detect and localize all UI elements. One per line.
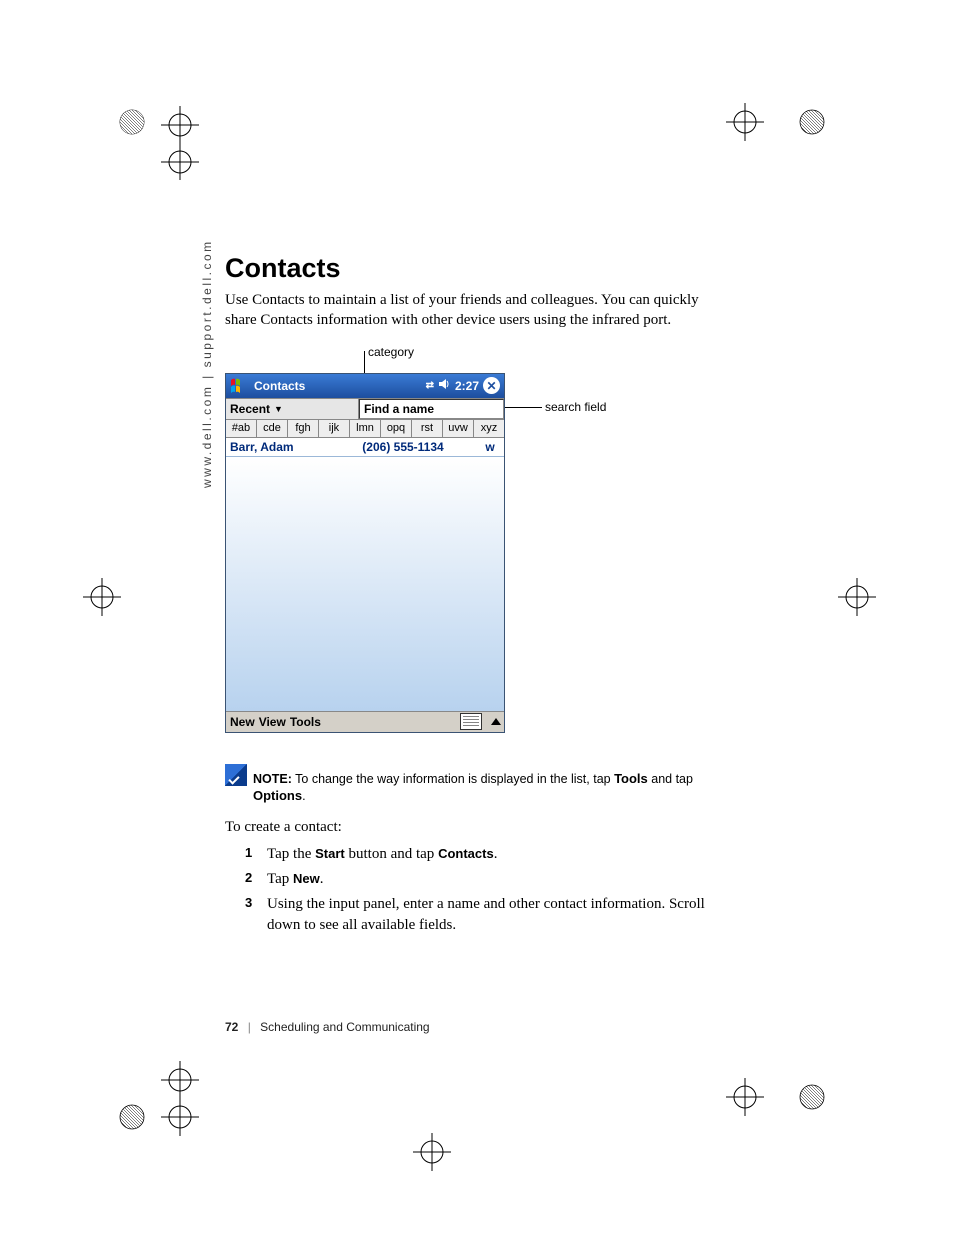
device-screenshot: Contacts ⇄ 2:27 ✕ Recent ▼ <box>225 373 505 733</box>
alpha-tab[interactable]: opq <box>381 420 412 437</box>
callout-category: category <box>368 345 414 359</box>
category-dropdown[interactable]: Recent ▼ <box>226 399 359 419</box>
page-number: 72 <box>225 1020 238 1034</box>
alpha-tab[interactable]: xyz <box>474 420 504 437</box>
speaker-icon[interactable] <box>438 378 451 393</box>
chapter-title: Scheduling and Communicating <box>260 1020 429 1034</box>
menu-tools[interactable]: Tools <box>290 715 321 729</box>
figure-contacts-screenshot: category search field Contacts ⇄ 2:27 ✕ <box>225 345 725 745</box>
alpha-tab[interactable]: cde <box>257 420 288 437</box>
menu-bar: New View Tools <box>226 711 504 732</box>
registration-mark-bm <box>410 1130 455 1175</box>
alpha-index: #ab cde fgh ijk lmn opq rst uvw xyz <box>226 420 504 438</box>
registration-mark-ml <box>80 575 125 620</box>
note-b2: Options <box>253 788 302 803</box>
alpha-tab[interactable]: uvw <box>443 420 474 437</box>
note-t1: To change the way information is display… <box>292 772 614 786</box>
side-rail-text: www.dell.com | support.dell.com <box>200 239 214 488</box>
filter-row: Recent ▼ <box>226 398 504 420</box>
note-t2: and tap <box>648 772 693 786</box>
step-2: Tap New. <box>245 869 725 890</box>
note-label: NOTE: <box>253 772 292 786</box>
contact-phone: (206) 555-1134 <box>326 440 480 454</box>
side-rail: www.dell.com | support.dell.com <box>200 258 214 488</box>
up-arrow-icon[interactable] <box>491 718 501 725</box>
keyboard-icon[interactable] <box>460 713 482 730</box>
contact-list-area[interactable] <box>226 457 504 717</box>
step-1: Tap the Start button and tap Contacts. <box>245 844 725 865</box>
note-t3: . <box>302 789 305 803</box>
registration-mark-br <box>720 1075 830 1120</box>
alpha-tab[interactable]: #ab <box>226 420 257 437</box>
page-heading: Contacts <box>225 253 725 284</box>
contact-type: w <box>480 440 500 454</box>
title-bar: Contacts ⇄ 2:27 ✕ <box>226 374 504 398</box>
note-icon <box>225 764 247 786</box>
registration-mark-tr <box>720 100 830 145</box>
menu-view[interactable]: View <box>259 715 286 729</box>
windows-flag-icon[interactable] <box>229 377 249 395</box>
connectivity-icon[interactable]: ⇄ <box>426 380 434 391</box>
registration-mark-tl <box>110 100 205 180</box>
leader-line-search <box>504 407 542 408</box>
category-value: Recent <box>230 402 270 416</box>
steps-list: Tap the Start button and tap Contacts. T… <box>245 844 725 936</box>
callout-search: search field <box>545 400 606 414</box>
search-field[interactable] <box>359 399 504 419</box>
title-bar-text: Contacts <box>254 379 305 393</box>
clock-time[interactable]: 2:27 <box>455 379 479 393</box>
contact-row[interactable]: Barr, Adam (206) 555-1134 w <box>226 438 504 457</box>
alpha-tab[interactable]: fgh <box>288 420 319 437</box>
close-icon[interactable]: ✕ <box>483 377 500 394</box>
alpha-tab[interactable]: ijk <box>319 420 350 437</box>
create-intro: To create a contact: <box>225 819 725 836</box>
menu-new[interactable]: New <box>230 715 255 729</box>
registration-mark-bl <box>110 1060 205 1140</box>
note-b1: Tools <box>614 771 648 786</box>
step-3: Using the input panel, enter a name and … <box>245 894 725 936</box>
registration-mark-mr <box>835 575 880 620</box>
alpha-tab[interactable]: rst <box>412 420 443 437</box>
alpha-tab[interactable]: lmn <box>350 420 381 437</box>
page-footer: 72 | Scheduling and Communicating <box>225 1020 430 1034</box>
chevron-down-icon: ▼ <box>274 404 283 414</box>
search-input[interactable] <box>359 399 504 419</box>
footer-separator: | <box>248 1020 251 1034</box>
contact-name: Barr, Adam <box>230 440 326 454</box>
intro-paragraph: Use Contacts to maintain a list of your … <box>225 290 725 331</box>
